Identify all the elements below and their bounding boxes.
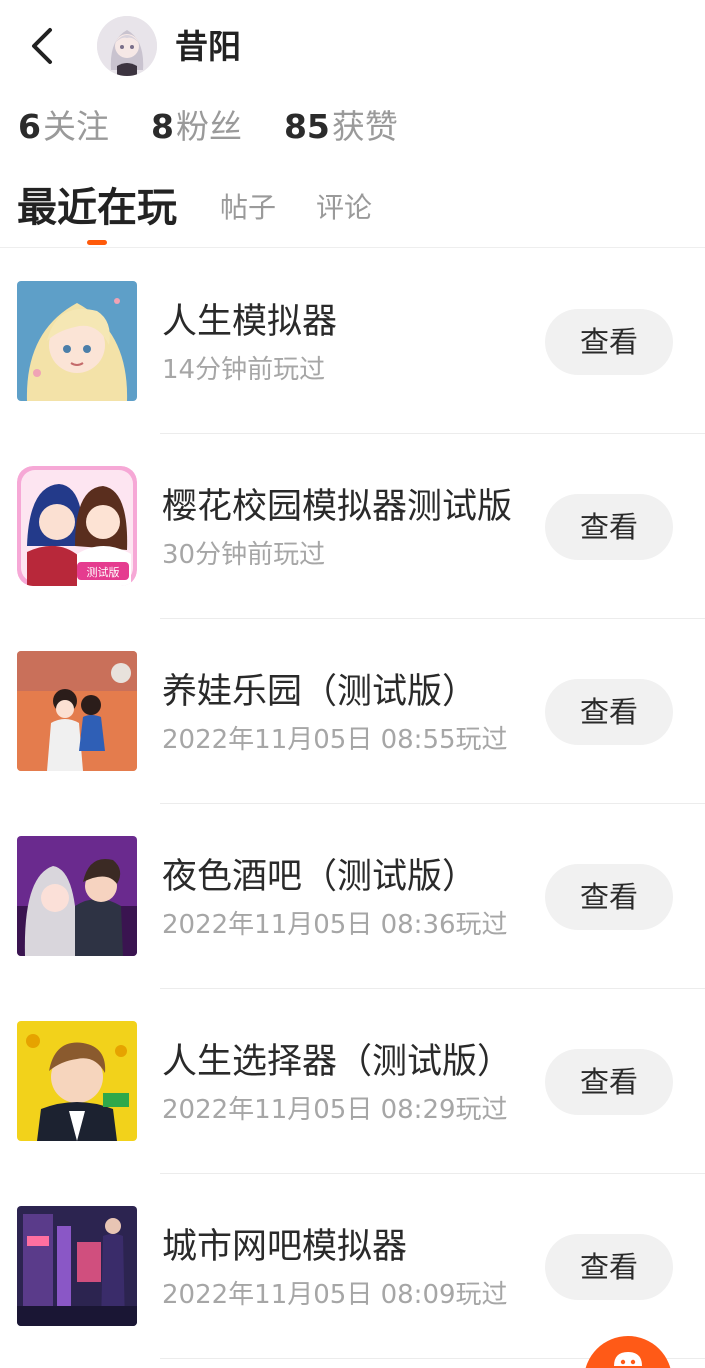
game-icon-life-sim[interactable] xyxy=(17,281,137,401)
svg-text:测试版: 测试版 xyxy=(87,565,120,579)
stat-number: 85 xyxy=(283,107,330,146)
tab-bar: 最近在玩 帖子 评论 xyxy=(0,176,705,248)
stat-label: 关注 xyxy=(42,107,109,146)
game-title: 樱花校园模拟器测试版 xyxy=(162,487,513,527)
list-item[interactable]: 城市网吧模拟器 2022年11月05日 08:09玩过 查看 xyxy=(0,1174,705,1359)
view-button[interactable]: 查看 xyxy=(545,494,673,560)
game-last-played: 2022年11月05日 08:09玩过 xyxy=(162,1280,508,1310)
list-item[interactable]: 测试版 樱花校园模拟器测试版 30分钟前玩过 查看 xyxy=(0,434,705,619)
list-item[interactable]: 人生模拟器 14分钟前玩过 查看 xyxy=(0,249,705,434)
avatar-image xyxy=(97,16,157,76)
game-icon-night-bar[interactable] xyxy=(17,836,137,956)
stat-number: 6 xyxy=(18,107,41,146)
stat-following[interactable]: 6 关注 xyxy=(18,100,109,148)
game-icon-baby-park[interactable] xyxy=(17,651,137,771)
active-tab-indicator xyxy=(87,240,107,245)
game-last-played: 2022年11月05日 08:36玩过 xyxy=(162,910,508,940)
avatar[interactable] xyxy=(97,16,157,76)
stat-label: 粉丝 xyxy=(175,107,242,146)
tab-posts[interactable]: 帖子 xyxy=(220,178,276,238)
game-title: 养娃乐园（测试版） xyxy=(162,672,478,712)
profile-page: 昔阳 6 关注 8 粉丝 85 获赞 最近在玩 帖子 评论 人生模拟器 14分钟… xyxy=(0,0,705,1368)
view-button[interactable]: 查看 xyxy=(545,1049,673,1115)
chat-icon xyxy=(614,1352,642,1366)
back-button[interactable] xyxy=(22,24,62,68)
game-title: 夜色酒吧（测试版） xyxy=(162,857,478,897)
list-item[interactable]: 人生选择器（测试版） 2022年11月05日 08:29玩过 查看 xyxy=(0,989,705,1174)
game-last-played: 14分钟前玩过 xyxy=(162,355,326,385)
list-item[interactable]: 养娃乐园（测试版） 2022年11月05日 08:55玩过 查看 xyxy=(0,619,705,804)
game-icon-sakura-school[interactable]: 测试版 xyxy=(17,466,137,586)
stat-number: 8 xyxy=(150,107,174,146)
list-item[interactable]: 夜色酒吧（测试版） 2022年11月05日 08:36玩过 查看 xyxy=(0,804,705,989)
view-button[interactable]: 查看 xyxy=(545,309,673,375)
game-last-played: 2022年11月05日 08:29玩过 xyxy=(162,1095,508,1125)
back-arrow-icon xyxy=(32,28,52,64)
game-icon-internet-cafe[interactable] xyxy=(17,1206,137,1326)
tab-recently-played[interactable]: 最近在玩 xyxy=(17,178,177,238)
view-button[interactable]: 查看 xyxy=(545,679,673,745)
tab-comments[interactable]: 评论 xyxy=(316,178,372,238)
header: 昔阳 xyxy=(0,0,705,92)
game-icon-life-choice[interactable] xyxy=(17,1021,137,1141)
stat-label: 获赞 xyxy=(331,107,398,146)
stat-likes[interactable]: 85 获赞 xyxy=(284,100,398,148)
game-last-played: 2022年11月05日 08:55玩过 xyxy=(162,725,508,755)
game-title: 城市网吧模拟器 xyxy=(162,1227,408,1267)
game-title: 人生模拟器 xyxy=(162,302,338,342)
stats-row: 6 关注 8 粉丝 85 获赞 xyxy=(18,100,440,146)
view-button[interactable]: 查看 xyxy=(545,864,673,930)
game-title: 人生选择器（测试版） xyxy=(162,1042,513,1082)
recent-games-list: 人生模拟器 14分钟前玩过 查看 测试版 樱花校园模拟器测试版 30分钟前玩过 … xyxy=(0,249,705,1359)
username: 昔阳 xyxy=(175,27,241,66)
game-last-played: 30分钟前玩过 xyxy=(162,540,326,570)
view-button[interactable]: 查看 xyxy=(545,1234,673,1300)
stat-followers[interactable]: 8 粉丝 xyxy=(151,100,242,148)
